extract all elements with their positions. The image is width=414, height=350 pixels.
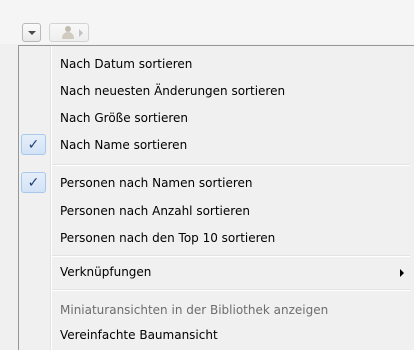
person-icon bbox=[60, 25, 83, 40]
menu-item-label: Miniaturansichten in der Bibliothek anze… bbox=[60, 303, 329, 317]
menu-separator bbox=[52, 289, 410, 291]
menu-item-sort-name[interactable]: ✓ Nach Name sortieren bbox=[19, 133, 414, 158]
menu-item-people-sort-top10[interactable]: Personen nach den Top 10 sortieren bbox=[19, 226, 414, 251]
menu-item-shortcuts[interactable]: Verknüpfungen bbox=[19, 260, 414, 285]
menu-item-sort-size[interactable]: Nach Größe sortieren bbox=[19, 106, 414, 131]
menu-item-label: Personen nach Anzahl sortieren bbox=[60, 204, 250, 218]
menu-item-label: Nach Name sortieren bbox=[60, 138, 188, 152]
toolbar bbox=[0, 0, 414, 44]
menu-item-label: Personen nach den Top 10 sortieren bbox=[60, 231, 276, 245]
menu-item-label: Verknüpfungen bbox=[60, 265, 152, 279]
menu-item-label: Nach Datum sortieren bbox=[60, 57, 193, 71]
check-icon: ✓ bbox=[27, 174, 40, 191]
menu-item-sort-date[interactable]: Nach Datum sortieren bbox=[19, 52, 414, 77]
menu-item-label: Personen nach Namen sortieren bbox=[60, 176, 253, 190]
menu-item-sort-recent-changes[interactable]: Nach neuesten Änderungen sortieren bbox=[19, 79, 414, 104]
menu-separator bbox=[52, 164, 410, 166]
menu-item-show-thumbnails: Miniaturansichten in der Bibliothek anze… bbox=[19, 298, 414, 323]
menu-separator bbox=[52, 255, 410, 257]
people-button[interactable] bbox=[49, 23, 89, 42]
menu-item-people-sort-name[interactable]: ✓ Personen nach Namen sortieren bbox=[19, 171, 414, 196]
chevron-down-icon bbox=[27, 30, 36, 35]
check-icon: ✓ bbox=[27, 136, 40, 153]
menu-item-label: Vereinfachte Baumansicht bbox=[60, 328, 218, 342]
chevron-right-icon bbox=[400, 269, 404, 277]
dropdown-button[interactable] bbox=[22, 23, 41, 42]
context-menu: Nach Datum sortieren Nach neuesten Änder… bbox=[18, 45, 414, 350]
menu-item-label: Nach Größe sortieren bbox=[60, 111, 189, 125]
menu-item-label: Nach neuesten Änderungen sortieren bbox=[60, 84, 286, 98]
menu-item-people-sort-count[interactable]: Personen nach Anzahl sortieren bbox=[19, 199, 414, 224]
menu-item-simplified-tree[interactable]: Vereinfachte Baumansicht bbox=[19, 323, 414, 348]
check-mark-box: ✓ bbox=[21, 134, 46, 155]
check-mark-box: ✓ bbox=[21, 172, 46, 193]
